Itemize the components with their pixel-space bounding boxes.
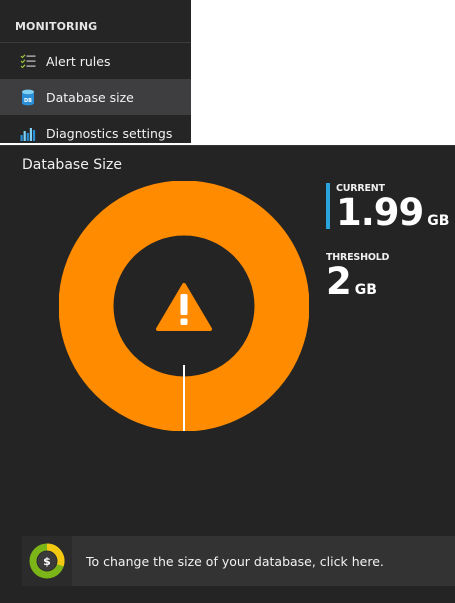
- menu-section-header: MONITORING: [15, 20, 98, 33]
- svg-text:DB: DB: [24, 98, 32, 104]
- usage-donut-chart: [59, 181, 309, 431]
- menu-item-label: Alert rules: [46, 53, 111, 69]
- bar-chart-icon: [19, 124, 37, 142]
- monitoring-menu: MONITORING Alert rules DB Database size: [0, 0, 191, 143]
- database-icon: DB: [19, 88, 37, 106]
- panel-title: Database Size: [22, 157, 122, 173]
- warning-icon: [156, 283, 212, 331]
- current-unit: GB: [427, 213, 450, 229]
- threshold-value: 2: [326, 260, 352, 303]
- menu-item-alert-rules[interactable]: Alert rules: [0, 43, 191, 79]
- svg-text:$: $: [43, 555, 51, 568]
- menu-item-label: Database size: [46, 89, 134, 105]
- pricing-tier-icon: $: [22, 536, 72, 586]
- current-value: 1.99: [336, 191, 424, 234]
- menu-item-label: Diagnostics settings: [46, 125, 173, 141]
- threshold-metric: THRESHOLD 2 GB: [326, 252, 389, 300]
- list-check-icon: [19, 52, 37, 70]
- change-size-text: To change the size of your database, cli…: [86, 553, 384, 569]
- change-size-link[interactable]: $ To change the size of your database, c…: [22, 536, 455, 586]
- current-size-metric: CURRENT 1.99 GB: [326, 183, 450, 234]
- threshold-unit: GB: [354, 282, 377, 298]
- database-size-panel: Database Size CURRENT 1.99 GB THRESHOLD …: [0, 145, 455, 603]
- menu-item-database-size[interactable]: DB Database size: [0, 79, 191, 115]
